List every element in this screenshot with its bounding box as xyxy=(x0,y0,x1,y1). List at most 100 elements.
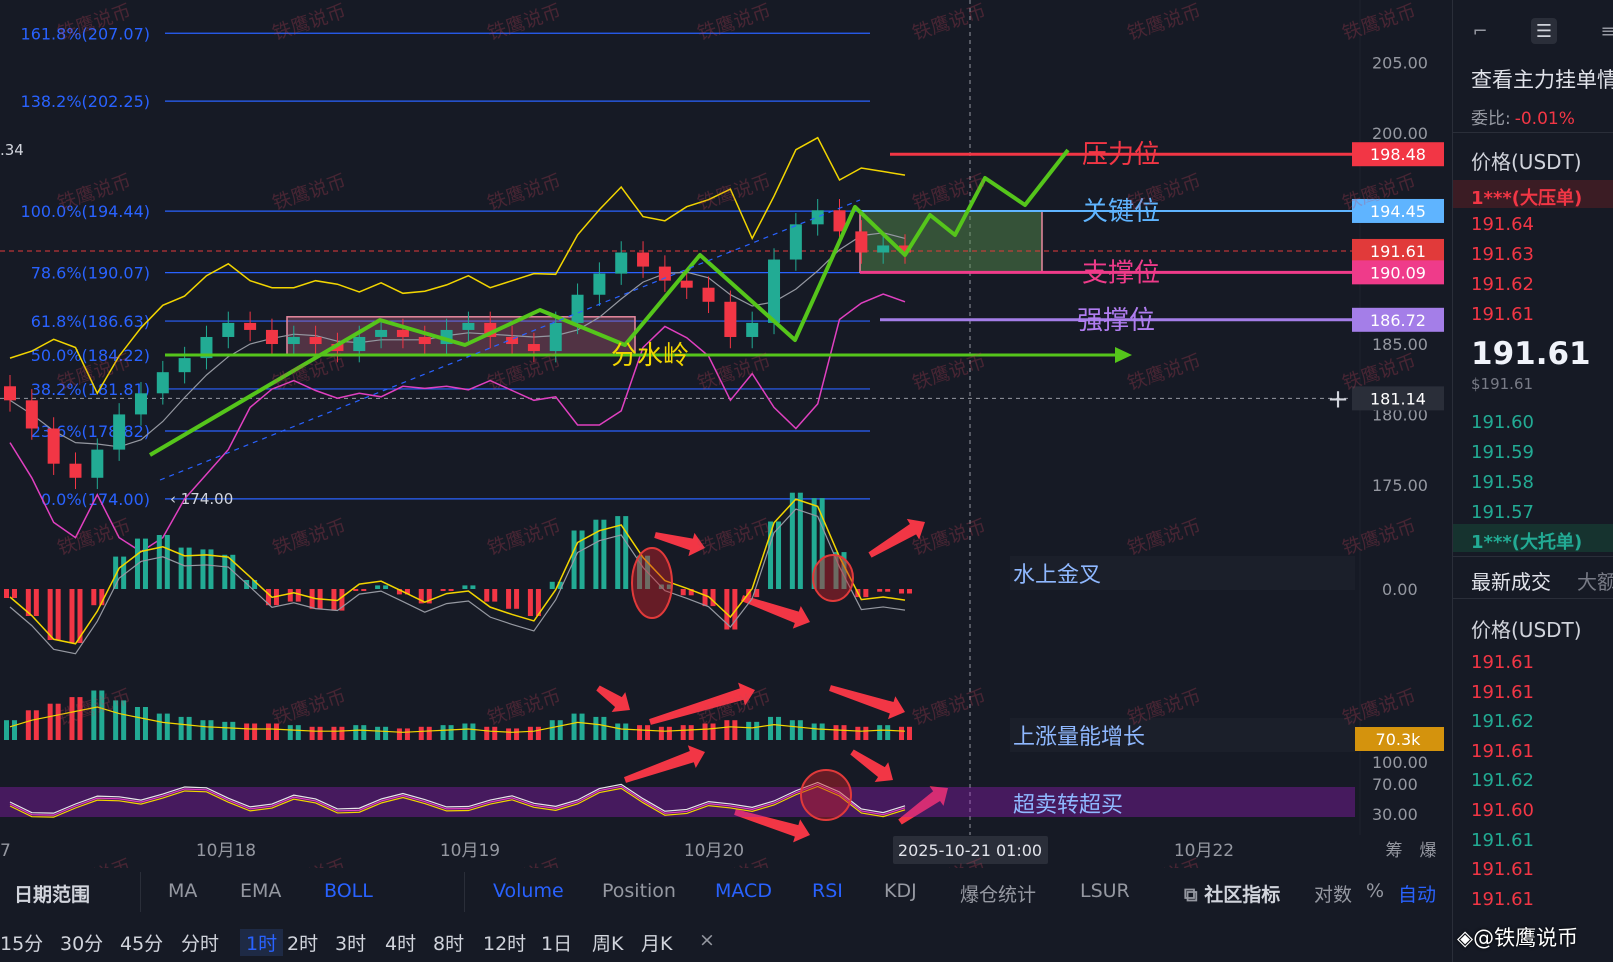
volume-bar xyxy=(396,728,402,740)
interval-0[interactable]: 15分 xyxy=(0,929,43,956)
interval-12[interactable]: 月K xyxy=(641,929,672,956)
bid-row[interactable]: 191.60 xyxy=(1471,412,1534,433)
golden-cross-circle xyxy=(631,547,673,619)
volume-bar xyxy=(4,720,9,740)
macd-button[interactable]: MACD xyxy=(715,880,772,902)
interval-6[interactable]: 3时 xyxy=(335,929,366,956)
community-indicators-button[interactable]: ⧉ 社区指标 xyxy=(1184,880,1280,907)
close-icon[interactable]: × xyxy=(699,929,715,951)
volume-bar xyxy=(514,728,520,740)
volume-bar xyxy=(418,726,424,740)
volume-bar xyxy=(819,723,825,740)
interval-7[interactable]: 4时 xyxy=(385,929,416,956)
chip-label: 筹 xyxy=(1386,841,1403,861)
candle-body xyxy=(789,224,802,260)
interval-10[interactable]: 1日 xyxy=(541,929,572,956)
liquidation-button[interactable]: 爆仓统计 xyxy=(960,880,1036,907)
last-price-usd: $191.61 xyxy=(1471,375,1534,393)
candle-body xyxy=(69,463,82,478)
rsi-button[interactable]: RSI xyxy=(812,880,843,902)
volume-bar xyxy=(877,725,883,740)
big-bid-row[interactable]: 1***(大托单) xyxy=(1471,528,1582,554)
volume-bar xyxy=(309,726,315,740)
tab-latest-trades[interactable]: 最新成交 xyxy=(1471,566,1551,595)
big-ask-row[interactable]: 1***(大压单) xyxy=(1471,184,1582,210)
bid-row[interactable]: 191.59 xyxy=(1471,442,1534,463)
trades-tabs: 最新成交 大额 xyxy=(1471,566,1613,595)
interval-5[interactable]: 2时 xyxy=(287,929,318,956)
interval-2[interactable]: 45分 xyxy=(120,929,163,956)
date-range-button[interactable]: 日期范围 xyxy=(14,880,90,907)
volume-bar xyxy=(339,726,345,740)
ma-button[interactable]: MA xyxy=(168,880,197,902)
volume-bar xyxy=(907,726,912,740)
volume-bar xyxy=(287,725,293,740)
orderbook-list-icon[interactable]: ≡ xyxy=(1595,18,1613,44)
macd-bar xyxy=(514,589,520,609)
ask-row[interactable]: 191.61 xyxy=(1471,304,1534,325)
candle-body xyxy=(156,372,169,394)
trades-price-header: 价格(USDT) xyxy=(1471,618,1582,642)
lsur-button[interactable]: LSUR xyxy=(1080,880,1130,902)
percent-scale-toggle[interactable]: % xyxy=(1366,880,1384,902)
ask-row[interactable]: 191.62 xyxy=(1471,274,1534,295)
position-button[interactable]: Position xyxy=(602,880,676,902)
ask-row[interactable]: 191.63 xyxy=(1471,244,1534,265)
orderbook-split-icon[interactable]: ☰ xyxy=(1531,18,1557,44)
kdj-button[interactable]: KDJ xyxy=(884,880,917,902)
low-marker: ‹ 174.00 xyxy=(170,490,233,508)
macd-bar xyxy=(142,538,148,589)
candle-body xyxy=(637,252,650,267)
volume-bar xyxy=(680,725,686,740)
volume-bar xyxy=(462,723,468,740)
volume-bar xyxy=(230,721,236,740)
chart-area[interactable]: 161.8%(207.07)138.2%(202.25)100.0%(194.4… xyxy=(0,0,1452,868)
ratio-value: -0.01% xyxy=(1514,109,1575,129)
interval-3[interactable]: 分时 xyxy=(181,929,219,956)
candle-body xyxy=(527,344,540,352)
volume-bar xyxy=(361,725,367,740)
candle-body xyxy=(353,336,366,352)
bid-row[interactable]: 191.58 xyxy=(1471,472,1534,493)
volume-bar xyxy=(885,725,891,740)
macd-bar xyxy=(907,589,912,594)
interval-8[interactable]: 8时 xyxy=(433,929,464,956)
orderbook-both-icon[interactable]: ⌐ xyxy=(1467,18,1493,44)
auto-scale-toggle[interactable]: 自动 xyxy=(1398,880,1436,907)
ask-row[interactable]: 191.64 xyxy=(1471,214,1534,235)
macd-bar xyxy=(877,589,883,592)
volume-bar xyxy=(732,720,738,740)
volume-bar xyxy=(855,726,861,740)
interval-9[interactable]: 12时 xyxy=(483,929,526,956)
candle-body xyxy=(680,280,693,288)
price-tag-label: 191.61 xyxy=(1370,242,1426,261)
macd-bar xyxy=(156,535,162,589)
tab-big-trades[interactable]: 大额 xyxy=(1577,566,1613,595)
price-column-header: 价格(USDT) xyxy=(1471,150,1582,174)
volume-bar xyxy=(12,720,17,740)
volume-bar xyxy=(789,720,795,740)
interval-1[interactable]: 30分 xyxy=(60,929,103,956)
volume-bar xyxy=(688,725,694,740)
volume-bar xyxy=(645,725,651,740)
trade-row: 191.60 xyxy=(1471,800,1534,821)
interval-11[interactable]: 周K xyxy=(592,929,623,956)
macd-bar xyxy=(12,589,17,598)
bid-row[interactable]: 191.57 xyxy=(1471,502,1534,523)
log-scale-toggle[interactable]: 对数 xyxy=(1314,880,1352,907)
boll-button[interactable]: BOLL xyxy=(324,880,373,902)
volume-button[interactable]: Volume xyxy=(493,880,564,902)
trade-row: 191.61 xyxy=(1471,652,1534,673)
orderbook-title[interactable]: 查看主力挂单情 xyxy=(1471,64,1613,94)
x-tick-label: 10月19 xyxy=(440,841,500,861)
macd-bar xyxy=(69,589,75,643)
volume-bar xyxy=(331,726,337,740)
volume-bar xyxy=(579,713,585,740)
price-tag-label: 181.14 xyxy=(1370,389,1426,408)
macd-bar xyxy=(448,589,454,591)
candle-body xyxy=(746,322,759,337)
target-box xyxy=(859,210,1043,274)
macd-bar xyxy=(863,589,869,598)
ema-button[interactable]: EMA xyxy=(240,880,281,902)
interval-4[interactable]: 1时 xyxy=(240,929,284,956)
